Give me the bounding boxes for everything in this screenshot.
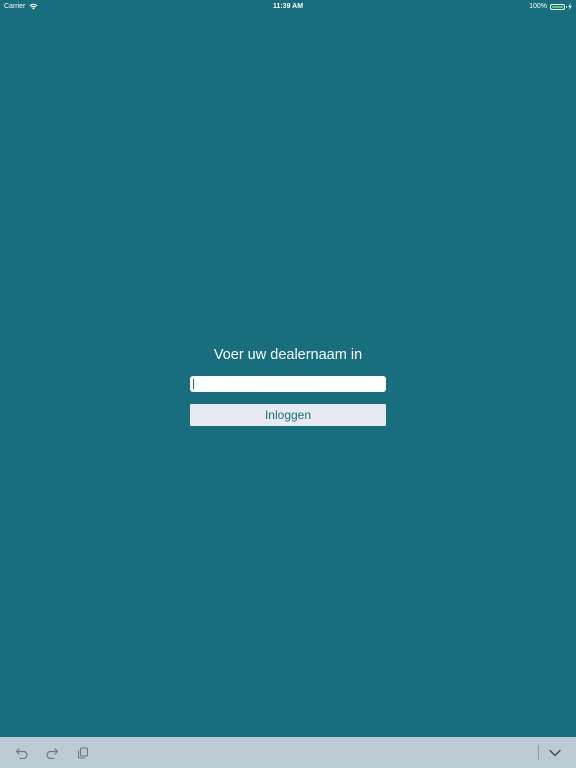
login-title: Voer uw dealernaam in xyxy=(213,347,363,363)
login-button[interactable]: Inloggen xyxy=(190,404,386,426)
battery-percent: 100% xyxy=(529,3,547,10)
text-caret xyxy=(193,379,194,389)
dealer-name-input[interactable] xyxy=(190,376,386,392)
status-bar: Carrier 11:39 AM 100% xyxy=(0,0,576,13)
redo-icon[interactable] xyxy=(44,745,60,761)
shortcut-bar-divider xyxy=(538,745,539,760)
status-time: 11:39 AM xyxy=(272,3,304,10)
status-right: 100% xyxy=(529,0,572,13)
dismiss-keyboard-icon[interactable] xyxy=(547,745,563,761)
undo-icon[interactable] xyxy=(14,745,30,761)
keyboard-shortcut-bar xyxy=(0,737,576,768)
dealer-input-wrapper xyxy=(190,376,386,392)
login-form: Voer uw dealernaam in Inloggen xyxy=(190,344,386,426)
battery-icon xyxy=(550,3,567,10)
battery-tip xyxy=(565,5,567,8)
battery-fill xyxy=(552,5,563,8)
paste-icon[interactable] xyxy=(75,745,91,761)
charging-bolt-icon xyxy=(568,3,572,10)
